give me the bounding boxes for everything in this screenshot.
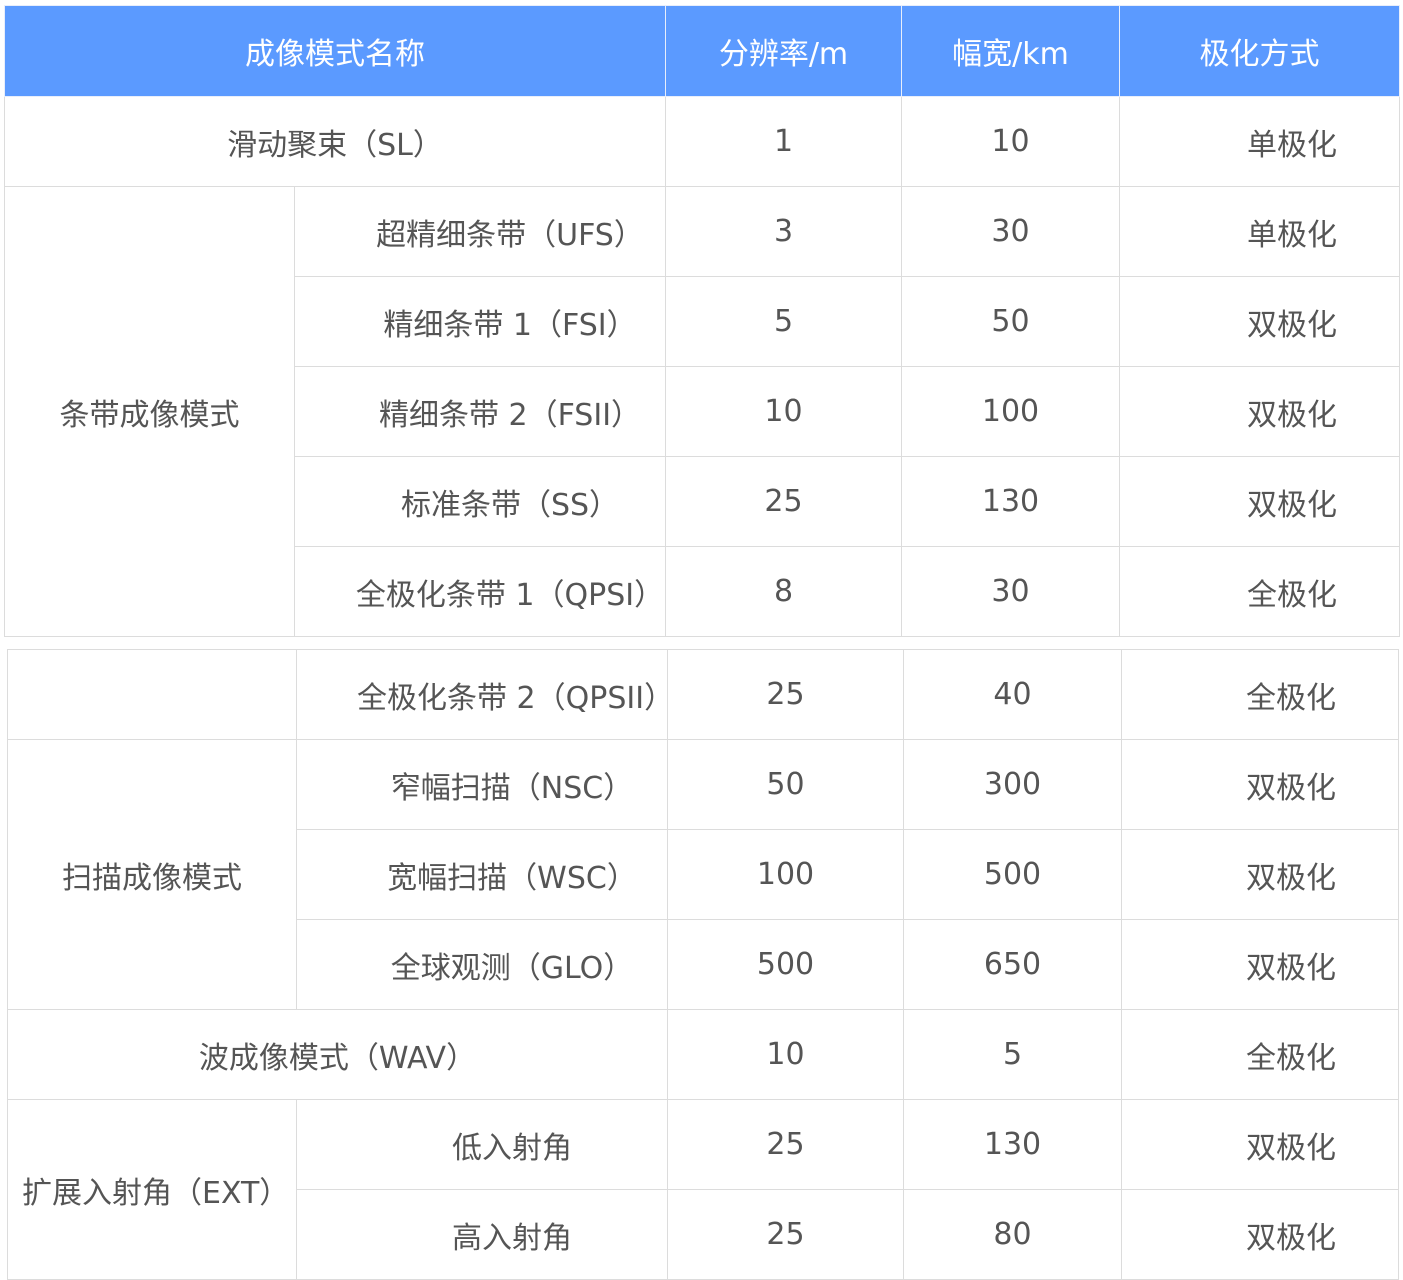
- resolution-cell: 3: [665, 186, 902, 277]
- polarization-cell: 双极化: [1121, 1189, 1399, 1280]
- empty-group-cell: [7, 649, 297, 740]
- resolution-cell: 50: [667, 739, 904, 830]
- resolution-cell: 100: [667, 829, 904, 920]
- swath-cell: 5: [903, 1009, 1122, 1100]
- resolution-cell: 25: [665, 456, 902, 547]
- polarization-cell: 双极化: [1121, 829, 1399, 920]
- table-row: 全极化条带 2（QPSII） 25 40 全极化: [7, 649, 1399, 740]
- swath-cell: 130: [903, 1099, 1122, 1190]
- mode-name-cell: 全极化条带 2（QPSII）: [296, 649, 668, 740]
- header-mode-name: 成像模式名称: [4, 5, 666, 97]
- mode-name-cell: 窄幅扫描（NSC）: [296, 739, 668, 830]
- polarization-cell: 单极化: [1119, 96, 1400, 187]
- imaging-modes-table-part2: 全极化条带 2（QPSII） 25 40 全极化 扫描成像模式 窄幅扫描（NSC…: [7, 649, 1399, 1280]
- swath-cell: 10: [901, 96, 1120, 187]
- polarization-cell: 全极化: [1119, 546, 1400, 637]
- polarization-cell: 双极化: [1119, 276, 1400, 367]
- header-row: 成像模式名称 分辨率/m 幅宽/km 极化方式: [4, 5, 1400, 97]
- group-cell: 扫描成像模式: [7, 739, 297, 1010]
- mode-name-cell: 全极化条带 1（QPSI）: [294, 546, 666, 637]
- mode-name-cell: 滑动聚束（SL）: [4, 96, 666, 187]
- mode-name-cell: 高入射角: [296, 1189, 668, 1280]
- resolution-cell: 25: [667, 1189, 904, 1280]
- resolution-cell: 8: [665, 546, 902, 637]
- header-resolution: 分辨率/m: [665, 5, 902, 97]
- header-swath: 幅宽/km: [901, 5, 1120, 97]
- swath-cell: 300: [903, 739, 1122, 830]
- swath-cell: 30: [901, 546, 1120, 637]
- swath-cell: 40: [903, 649, 1122, 740]
- resolution-cell: 10: [665, 366, 902, 457]
- polarization-cell: 单极化: [1119, 186, 1400, 277]
- resolution-cell: 500: [667, 919, 904, 1010]
- mode-name-cell: 全球观测（GLO）: [296, 919, 668, 1010]
- polarization-cell: 双极化: [1121, 919, 1399, 1010]
- polarization-cell: 全极化: [1121, 1009, 1399, 1100]
- swath-cell: 500: [903, 829, 1122, 920]
- resolution-cell: 10: [667, 1009, 904, 1100]
- group-cell: 条带成像模式: [4, 186, 295, 637]
- mode-name-cell: 标准条带（SS）: [294, 456, 666, 547]
- mode-name-cell: 精细条带 2（FSII）: [294, 366, 666, 457]
- resolution-cell: 25: [667, 1099, 904, 1190]
- swath-cell: 130: [901, 456, 1120, 547]
- table-row: 波成像模式（WAV） 10 5 全极化: [7, 1009, 1399, 1100]
- mode-name-cell: 精细条带 1（FSI）: [294, 276, 666, 367]
- mode-name-cell: 低入射角: [296, 1099, 668, 1190]
- swath-cell: 30: [901, 186, 1120, 277]
- swath-cell: 100: [901, 366, 1120, 457]
- mode-name-cell: 波成像模式（WAV）: [7, 1009, 668, 1100]
- swath-cell: 650: [903, 919, 1122, 1010]
- polarization-cell: 双极化: [1121, 1099, 1399, 1190]
- table-row: 条带成像模式 超精细条带（UFS） 3 30 单极化: [4, 186, 1400, 637]
- group-cell: 扩展入射角（EXT）: [7, 1099, 297, 1280]
- polarization-cell: 全极化: [1121, 649, 1399, 740]
- resolution-cell: 25: [667, 649, 904, 740]
- table-row: 扫描成像模式 窄幅扫描（NSC） 50 300 双极化: [7, 739, 1399, 1010]
- header-polarization: 极化方式: [1119, 5, 1400, 97]
- swath-cell: 80: [903, 1189, 1122, 1280]
- polarization-cell: 双极化: [1121, 739, 1399, 830]
- resolution-cell: 5: [665, 276, 902, 367]
- mode-name-cell: 宽幅扫描（WSC）: [296, 829, 668, 920]
- imaging-modes-table-part1: 成像模式名称 分辨率/m 幅宽/km 极化方式 滑动聚束（SL） 1 10 单极…: [4, 5, 1400, 637]
- table-row: 扩展入射角（EXT） 低入射角 25 130 双极化: [7, 1099, 1399, 1280]
- resolution-cell: 1: [665, 96, 902, 187]
- swath-cell: 50: [901, 276, 1120, 367]
- mode-name-cell: 超精细条带（UFS）: [294, 186, 666, 277]
- polarization-cell: 双极化: [1119, 456, 1400, 547]
- table-row: 滑动聚束（SL） 1 10 单极化: [4, 96, 1400, 187]
- polarization-cell: 双极化: [1119, 366, 1400, 457]
